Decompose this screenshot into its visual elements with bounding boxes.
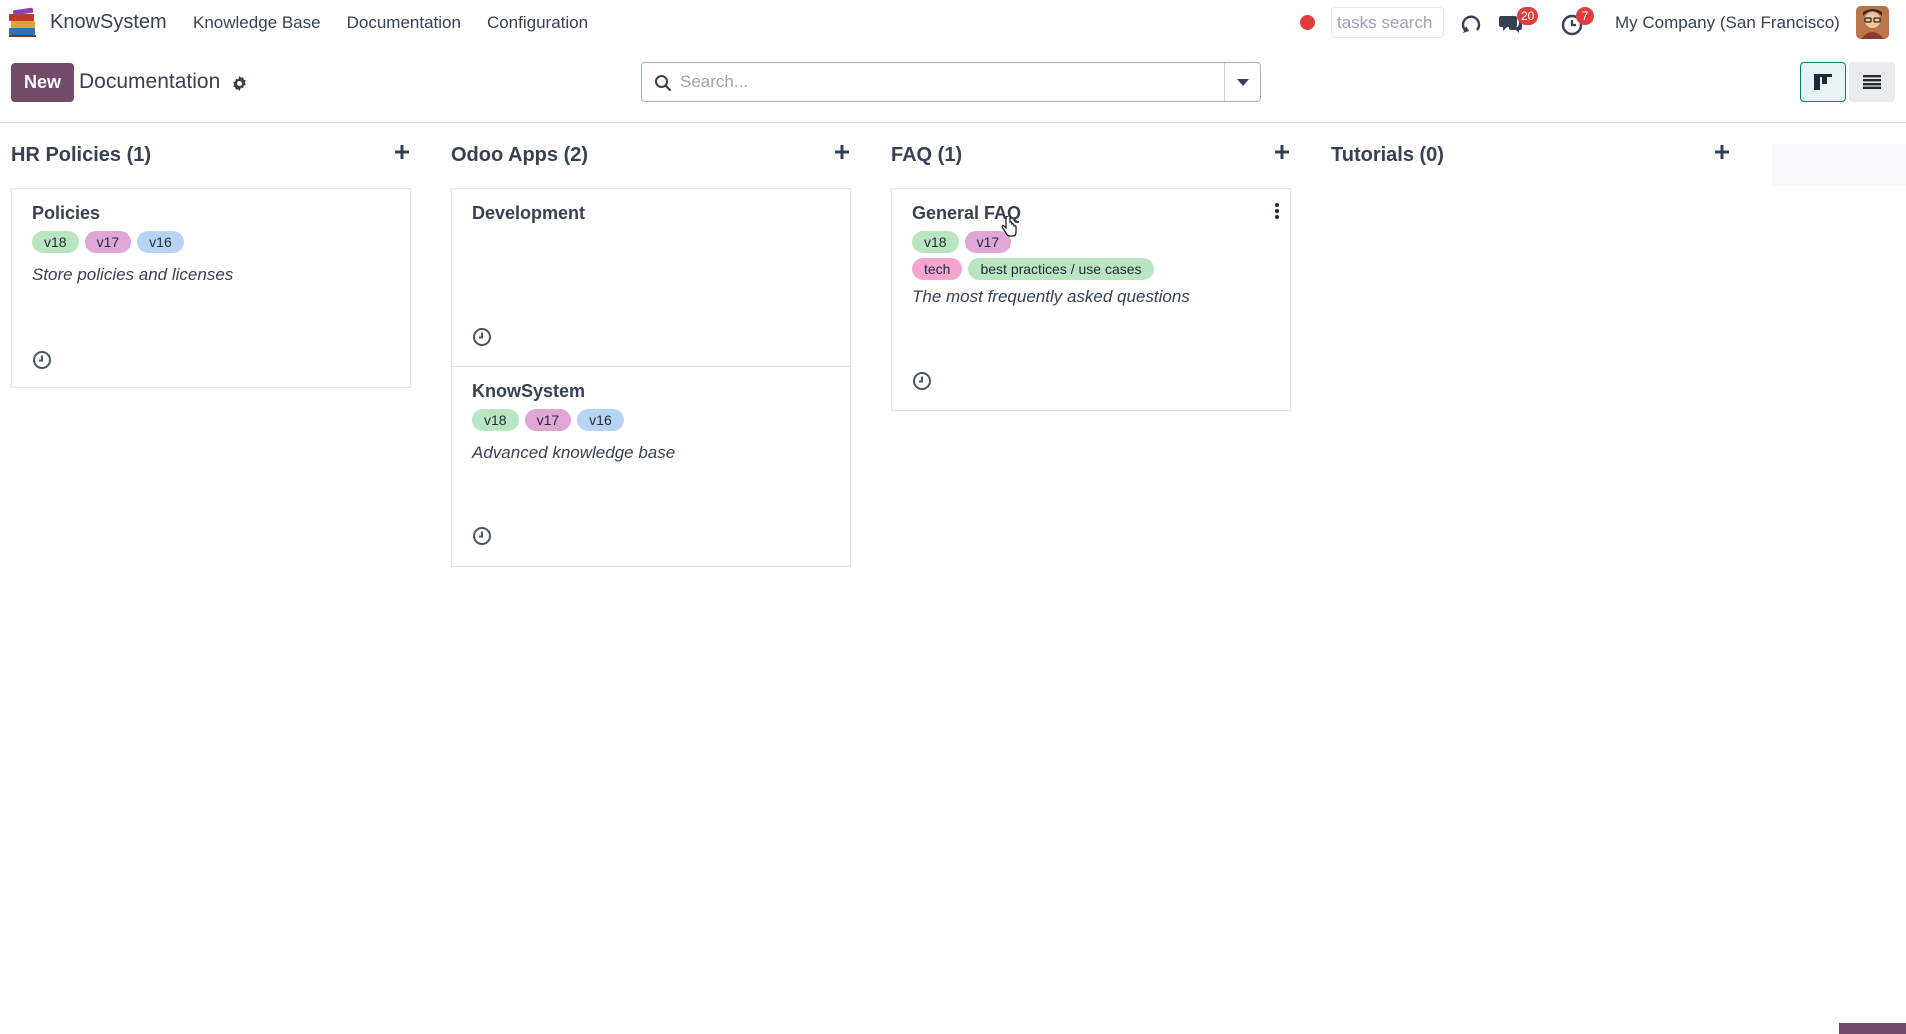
activity-clock-icon[interactable] xyxy=(472,327,492,347)
corner-widget[interactable] xyxy=(1839,1023,1906,1034)
activities-badge: 7 xyxy=(1576,7,1594,25)
kanban-card-knowsystem[interactable]: KnowSystem v18 v17 v16 Advanced knowledg… xyxy=(451,366,851,567)
tag-v18: v18 xyxy=(912,231,959,253)
kanban-card-development[interactable]: Development xyxy=(451,188,851,367)
tag-tech: tech xyxy=(912,258,963,280)
column-title[interactable]: HR Policies (1) xyxy=(11,144,151,167)
chevron-down-icon xyxy=(1236,78,1249,86)
tag-best-practices: best practices / use cases xyxy=(968,258,1154,280)
tag-v16: v16 xyxy=(137,231,184,253)
add-card-icon[interactable] xyxy=(393,143,411,161)
tasks-search-input[interactable] xyxy=(1331,7,1444,38)
add-card-icon[interactable] xyxy=(1273,143,1291,161)
sync-icon[interactable] xyxy=(1458,11,1484,37)
card-tags: v18 v17 v16 xyxy=(32,231,184,253)
activity-clock-icon[interactable] xyxy=(912,371,932,391)
card-description: The most frequently asked questions xyxy=(912,287,1190,306)
kanban-card-policies[interactable]: Policies v18 v17 v16 Store policies and … xyxy=(11,188,411,388)
add-card-icon[interactable] xyxy=(833,143,851,161)
record-dot-icon[interactable] xyxy=(1300,15,1315,30)
search-icon xyxy=(655,75,672,92)
card-tags: v18 v17 xyxy=(912,231,1012,253)
app-name[interactable]: KnowSystem xyxy=(50,11,167,34)
card-tags-secondary: tech best practices / use cases xyxy=(912,258,1154,280)
tag-v18: v18 xyxy=(472,409,519,431)
tag-v16: v16 xyxy=(577,409,624,431)
column-title[interactable]: Tutorials (0) xyxy=(1331,144,1444,167)
column-header: FAQ (1) xyxy=(891,144,1291,172)
activity-clock-icon[interactable] xyxy=(32,350,52,370)
search-input[interactable] xyxy=(680,66,1220,98)
add-card-icon[interactable] xyxy=(1713,143,1731,161)
menu-knowledge-base[interactable]: Knowledge Base xyxy=(193,13,321,33)
view-switcher xyxy=(1800,62,1895,102)
menu-configuration[interactable]: Configuration xyxy=(487,13,588,33)
add-column-placeholder[interactable] xyxy=(1772,144,1906,186)
card-title: KnowSystem xyxy=(472,381,586,401)
tag-v18: v18 xyxy=(32,231,79,253)
card-description: Advanced knowledge base xyxy=(472,443,676,462)
kanban-view-button[interactable] xyxy=(1800,62,1846,102)
card-tags: v18 v17 v16 xyxy=(472,409,624,431)
tag-v17: v17 xyxy=(964,231,1012,253)
tag-v17: v17 xyxy=(84,231,132,253)
menu-documentation[interactable]: Documentation xyxy=(347,13,461,33)
card-title: Development xyxy=(472,203,586,223)
messages-badge: 20 xyxy=(1517,7,1539,25)
column-title[interactable]: FAQ (1) xyxy=(891,144,962,167)
kanban-view-icon xyxy=(1814,74,1832,90)
top-menu: Knowledge Base Documentation Configurati… xyxy=(193,13,588,33)
control-panel: New Documentation xyxy=(0,46,1906,123)
books-logo-icon[interactable] xyxy=(6,6,40,40)
new-button[interactable]: New xyxy=(11,63,74,102)
tag-v17: v17 xyxy=(524,409,572,431)
column-header: Tutorials (0) xyxy=(1331,144,1731,172)
column-header: HR Policies (1) xyxy=(11,144,411,172)
card-title: Policies xyxy=(32,203,101,223)
card-description: Store policies and licenses xyxy=(32,265,234,284)
column-header: Odoo Apps (2) xyxy=(451,144,851,172)
company-switcher[interactable]: My Company (San Francisco) xyxy=(1615,13,1840,33)
search-bar xyxy=(641,62,1261,102)
card-menu-icon[interactable] xyxy=(1274,201,1280,221)
kanban-card-general-faq[interactable]: General FAQ v18 v17 tech best practices … xyxy=(891,188,1291,411)
activity-clock-icon[interactable] xyxy=(472,526,492,546)
page-title: Documentation xyxy=(79,70,221,93)
gear-icon[interactable] xyxy=(231,75,248,92)
main-navbar: KnowSystem Knowledge Base Documentation … xyxy=(0,0,1906,46)
list-view-button[interactable] xyxy=(1849,62,1895,102)
list-view-icon xyxy=(1863,75,1881,89)
kanban-board: HR Policies (1) Policies v18 v17 v16 Sto… xyxy=(0,124,1906,1034)
column-title[interactable]: Odoo Apps (2) xyxy=(451,144,588,167)
search-options-toggle[interactable] xyxy=(1224,63,1260,101)
avatar[interactable] xyxy=(1856,6,1889,39)
card-title: General FAQ xyxy=(912,203,1022,223)
